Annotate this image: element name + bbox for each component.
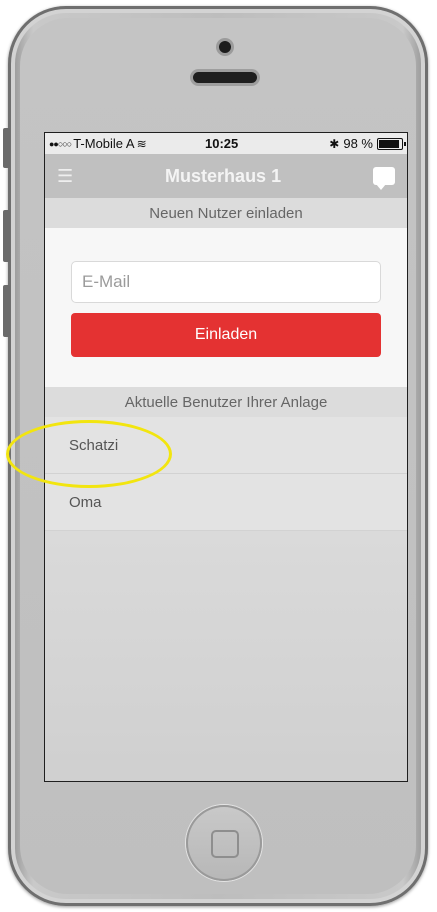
carrier-name: T-Mobile A [73, 136, 135, 151]
front-camera [219, 41, 231, 53]
signal-dots-icon: ●●○○○ [49, 138, 72, 149]
invite-button[interactable]: Einladen [71, 313, 381, 357]
invite-section-header: Neuen Nutzer einladen [45, 198, 407, 228]
status-bar: ●●○○○ T-Mobile A ≋ 10:25 ✱ 98 % [45, 133, 407, 154]
stage: ●●○○○ T-Mobile A ≋ 10:25 ✱ 98 % ☰ Muster… [0, 0, 437, 912]
mute-switch [3, 128, 10, 168]
navigation-bar: ☰ Musterhaus 1 [45, 154, 407, 198]
menu-icon[interactable]: ☰ [57, 166, 73, 187]
empty-list-area [45, 531, 407, 781]
earpiece-speaker [193, 72, 257, 83]
email-field[interactable] [71, 261, 381, 303]
clock: 10:25 [205, 136, 239, 151]
volume-up-button [3, 210, 10, 262]
battery-icon [377, 137, 406, 150]
battery-info: ✱ 98 % [329, 136, 406, 151]
volume-down-button [3, 285, 10, 337]
bluetooth-icon: ✱ [329, 136, 340, 151]
invite-form: Einladen [45, 228, 407, 387]
chat-icon[interactable] [373, 167, 395, 190]
home-button[interactable] [186, 805, 262, 881]
wifi-icon: ≋ [136, 136, 147, 151]
users-section-header: Aktuelle Benutzer Ihrer Anlage [45, 387, 407, 417]
page-title: Musterhaus 1 [165, 165, 282, 186]
highlight-annotation [6, 420, 172, 488]
carrier-info: ●●○○○ T-Mobile A ≋ [49, 136, 189, 151]
home-square-icon [211, 830, 239, 858]
battery-percentage: 98 % [343, 136, 373, 151]
